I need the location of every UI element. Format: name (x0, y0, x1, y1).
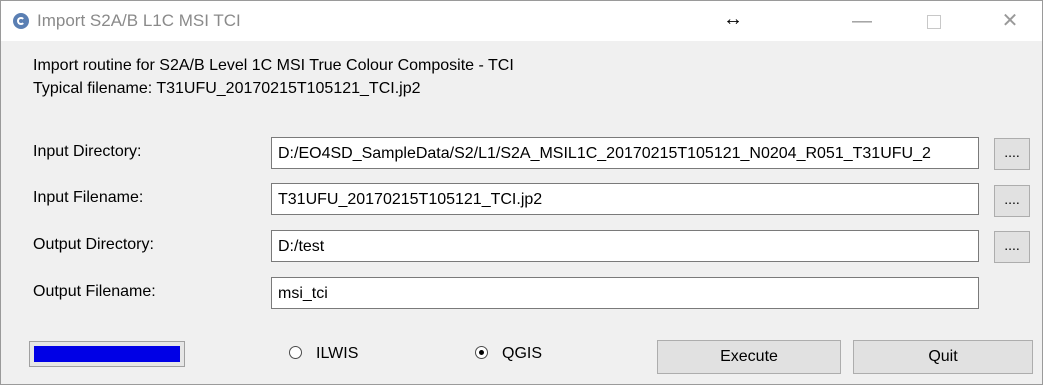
maximize-icon (927, 14, 941, 29)
radio-ilwis[interactable]: ILWIS (289, 345, 358, 363)
input-filename-label: Input Filename: (33, 189, 144, 206)
radio-ilwis-circle[interactable] (289, 346, 302, 359)
quit-button[interactable]: Quit (853, 340, 1033, 374)
input-filename-field[interactable]: T31UFU_20170215T105121_TCI.jp2 (271, 183, 979, 215)
import-dialog-window: Import S2A/B L1C MSI TCI ↔ — ✕ Import ro… (0, 0, 1043, 385)
output-directory-browse-button[interactable]: .... (994, 231, 1030, 263)
progress-bar (29, 341, 185, 367)
radio-qgis-label: QGIS (502, 345, 543, 362)
description-line-1: Import routine for S2A/B Level 1C MSI Tr… (33, 57, 514, 74)
title-bar: Import S2A/B L1C MSI TCI ↔ — ✕ (1, 1, 1042, 41)
minimize-button[interactable]: — (839, 1, 885, 41)
execute-button[interactable]: Execute (657, 340, 841, 374)
output-directory-field[interactable]: D:/test (271, 230, 979, 262)
radio-qgis[interactable]: QGIS (475, 345, 542, 363)
output-filename-field[interactable]: msi_tci (271, 277, 979, 309)
input-directory-field[interactable]: D:/EO4SD_SampleData/S2/L1/S2A_MSIL1C_201… (271, 137, 979, 169)
maximize-button[interactable] (911, 1, 957, 41)
radio-qgis-circle[interactable] (475, 346, 488, 359)
app-icon (13, 13, 29, 29)
progress-bar-fill (34, 346, 180, 362)
radio-ilwis-label: ILWIS (316, 345, 359, 362)
resize-cursor-icon: ↔ (723, 8, 743, 30)
description-line-2: Typical filename: T31UFU_20170215T105121… (33, 80, 421, 97)
window-title: Import S2A/B L1C MSI TCI (37, 11, 241, 30)
input-directory-browse-button[interactable]: .... (994, 138, 1030, 170)
close-button[interactable]: ✕ (987, 1, 1033, 41)
output-filename-label: Output Filename: (33, 283, 156, 300)
input-directory-label: Input Directory: (33, 143, 142, 160)
input-filename-browse-button[interactable]: .... (994, 185, 1030, 217)
output-directory-label: Output Directory: (33, 236, 154, 253)
